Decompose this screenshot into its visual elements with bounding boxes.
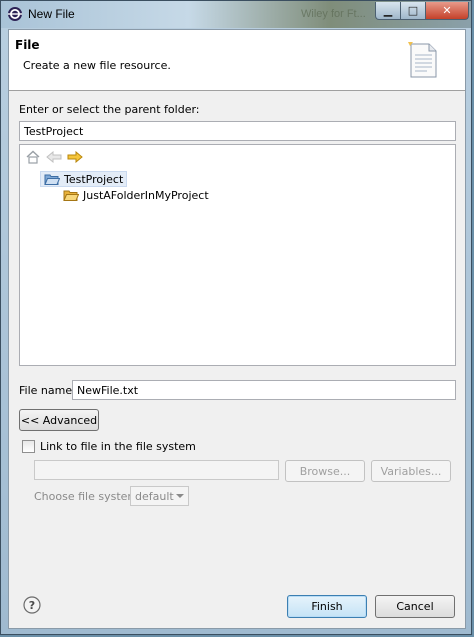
tree-item-label: TestProject: [64, 172, 124, 186]
title-bar[interactable]: New File Wiley for Ft... ▁ □ ✕: [1, 1, 471, 28]
file-name-label: File name:: [19, 384, 76, 397]
folder-tree[interactable]: TestProject JustAFolderInMyProject: [19, 144, 456, 366]
parent-folder-label: Enter or select the parent folder:: [19, 103, 200, 116]
close-icon: ✕: [442, 4, 452, 17]
maximize-button[interactable]: □: [400, 2, 426, 20]
dialog-client-area: File Create a new file resource. Enter o…: [8, 29, 466, 629]
forward-arrow-icon: [67, 151, 83, 163]
new-file-wizard-icon: [408, 42, 437, 78]
window-title: New File: [28, 7, 75, 21]
background-window-text: Wiley for Ft...: [301, 8, 366, 20]
parent-folder-input[interactable]: TestProject: [19, 121, 456, 141]
maximize-icon: □: [407, 4, 419, 17]
open-folder-icon: [44, 174, 60, 185]
home-icon: [26, 150, 39, 164]
tree-item-label: JustAFolderInMyProject: [83, 188, 209, 202]
link-to-file-label: Link to file in the file system: [40, 440, 196, 453]
choose-file-system-label: Choose file system:: [34, 490, 142, 503]
finish-button[interactable]: Finish: [287, 595, 367, 618]
file-name-input[interactable]: NewFile.txt: [72, 380, 456, 400]
minimize-button[interactable]: ▁: [375, 2, 401, 20]
svg-text:?: ?: [29, 599, 35, 612]
banner-description: Create a new file resource.: [23, 59, 171, 72]
eclipse-app-icon: [8, 7, 22, 21]
cancel-button[interactable]: Cancel: [375, 595, 455, 618]
folder-icon: [63, 190, 79, 201]
close-button[interactable]: ✕: [425, 2, 469, 20]
tree-item-justafolderinmyproject[interactable]: JustAFolderInMyProject: [60, 187, 212, 203]
minimize-icon: ▁: [383, 4, 393, 17]
home-button[interactable]: [24, 149, 41, 165]
new-file-dialog: New File Wiley for Ft... ▁ □ ✕ File Crea…: [0, 0, 472, 635]
forward-button[interactable]: [66, 149, 83, 165]
back-arrow-icon: [45, 151, 61, 163]
browse-button[interactable]: Browse...: [285, 460, 365, 482]
tree-toolbar: [24, 149, 83, 165]
variables-button[interactable]: Variables...: [371, 460, 451, 482]
banner-title: File: [15, 38, 40, 52]
file-system-select[interactable]: default: [130, 486, 189, 506]
title-banner: File Create a new file resource.: [9, 30, 465, 91]
tree-item-testproject[interactable]: TestProject: [40, 171, 128, 187]
chevron-down-icon: [176, 494, 184, 498]
back-button[interactable]: [45, 149, 62, 165]
link-location-input[interactable]: [34, 460, 279, 480]
file-system-value: default: [135, 490, 174, 503]
advanced-button[interactable]: << Advanced: [19, 409, 99, 431]
link-to-file-checkbox[interactable]: [22, 440, 35, 453]
help-icon[interactable]: ?: [23, 596, 41, 614]
